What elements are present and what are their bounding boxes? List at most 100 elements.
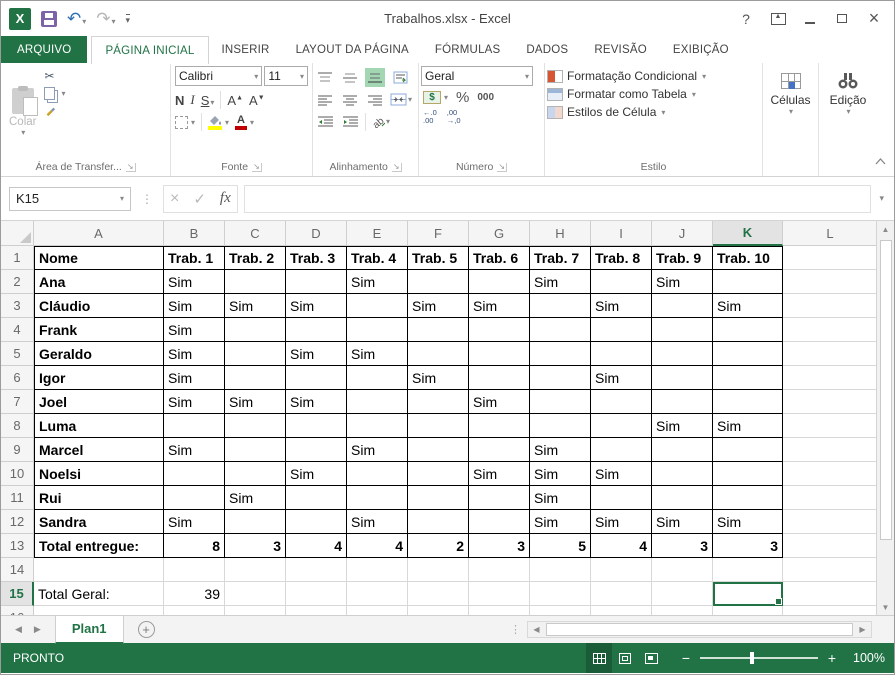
cell-K12[interactable]: Sim [713,510,783,534]
cell-H11[interactable]: Sim [530,486,591,510]
next-sheet-icon[interactable]: ▶ [34,624,41,635]
cell-C10[interactable] [225,462,286,486]
cell-F15[interactable] [408,582,469,606]
cell-L1[interactable] [783,246,876,270]
cell-styles-button[interactable]: Estilos de Célula▾ [547,105,760,119]
cell-J2[interactable]: Sim [652,270,713,294]
align-left-button[interactable] [315,90,335,109]
cell-L13[interactable] [783,534,876,558]
row-header-6[interactable]: 6 [1,366,34,390]
cell-H5[interactable] [530,342,591,366]
increase-decimal-button[interactable]: ←.0 .00 [423,109,437,126]
cell-D6[interactable] [286,366,347,390]
ribbon-tab-exibição[interactable]: EXIBIÇÃO [660,36,742,64]
cell-C5[interactable] [225,342,286,366]
cell-H4[interactable] [530,318,591,342]
cell-H10[interactable]: Sim [530,462,591,486]
cell-E9[interactable]: Sim [347,438,408,462]
cell-B2[interactable]: Sim [164,270,225,294]
cell-F11[interactable] [408,486,469,510]
ribbon-tab-arquivo[interactable]: ARQUIVO [1,36,87,64]
cell-F3[interactable]: Sim [408,294,469,318]
cell-D1[interactable]: Trab. 3 [286,246,347,270]
collapse-ribbon-button[interactable] [875,154,886,168]
expand-formula-bar-icon[interactable]: ▾ [877,193,886,204]
cell-K15[interactable] [713,582,783,606]
cell-B7[interactable]: Sim [164,390,225,414]
cell-B12[interactable]: Sim [164,510,225,534]
formula-input[interactable] [244,185,872,213]
cell-A10[interactable]: Noelsi [34,462,164,486]
underline-button[interactable]: S▾ [201,93,215,108]
row-header-11[interactable]: 11 [1,486,34,510]
format-as-table-button[interactable]: Formatar como Tabela▾ [547,87,760,101]
enter-icon[interactable]: ✓ [193,190,206,208]
align-bottom-button[interactable] [365,68,385,87]
horizontal-scroll-thumb[interactable] [546,623,853,636]
alignment-dialog-launcher[interactable]: ↘ [392,163,402,172]
cell-J8[interactable]: Sim [652,414,713,438]
cell-F1[interactable]: Trab. 5 [408,246,469,270]
cell-E11[interactable] [347,486,408,510]
column-header-G[interactable]: G [469,221,530,246]
cell-L12[interactable] [783,510,876,534]
percent-style-button[interactable]: % [456,89,469,106]
vertical-scrollbar[interactable]: ▲ ▼ [876,221,894,616]
decrease-font-button[interactable]: A▼ [249,93,265,108]
zoom-slider-thumb[interactable] [750,652,754,664]
align-top-button[interactable] [315,68,335,87]
cell-A12[interactable]: Sandra [34,510,164,534]
cell-L14[interactable] [783,558,876,582]
row-header-12[interactable]: 12 [1,510,34,534]
cell-C7[interactable]: Sim [225,390,286,414]
zoom-level[interactable]: 100% [848,651,894,665]
ribbon-tab-página-inicial[interactable]: PÁGINA INICIAL [91,36,208,64]
row-header-9[interactable]: 9 [1,438,34,462]
row-header-4[interactable]: 4 [1,318,34,342]
cell-D9[interactable] [286,438,347,462]
prev-sheet-icon[interactable]: ◀ [15,624,22,635]
name-box[interactable]: K15 ▾ [9,187,131,211]
merge-center-button[interactable]: ▾ [390,93,412,106]
cell-J7[interactable] [652,390,713,414]
cell-J13[interactable]: 3 [652,534,713,558]
column-header-F[interactable]: F [408,221,469,246]
cell-A14[interactable] [34,558,164,582]
scroll-down-icon[interactable]: ▼ [877,599,894,616]
cell-C14[interactable] [225,558,286,582]
cell-F8[interactable] [408,414,469,438]
undo-button[interactable]: ↶▾ [67,10,86,27]
cell-I12[interactable]: Sim [591,510,652,534]
cell-C11[interactable]: Sim [225,486,286,510]
cell-C8[interactable] [225,414,286,438]
cell-I1[interactable]: Trab. 8 [591,246,652,270]
copy-button[interactable]: ▾ [44,87,65,100]
cell-G11[interactable] [469,486,530,510]
decrease-decimal-button[interactable]: ,00 →,0 [447,109,461,126]
ribbon-tab-revisão[interactable]: REVISÃO [581,36,660,64]
italic-button[interactable]: I [190,92,194,108]
cell-I5[interactable] [591,342,652,366]
cell-A13[interactable]: Total entregue: [34,534,164,558]
column-header-B[interactable]: B [164,221,225,246]
cell-L10[interactable] [783,462,876,486]
conditional-formatting-button[interactable]: Formatação Condicional▾ [547,69,760,83]
new-sheet-button[interactable]: + [138,621,155,638]
cell-H2[interactable]: Sim [530,270,591,294]
cell-H15[interactable] [530,582,591,606]
cell-L7[interactable] [783,390,876,414]
paste-button[interactable]: Colar ▾ [3,66,42,158]
align-center-button[interactable] [340,90,360,109]
cell-F7[interactable] [408,390,469,414]
cell-A3[interactable]: Cláudio [34,294,164,318]
cell-B10[interactable] [164,462,225,486]
cell-E5[interactable]: Sim [347,342,408,366]
row-header-1[interactable]: 1 [1,246,34,270]
maximize-button[interactable] [828,7,856,31]
cell-K7[interactable] [713,390,783,414]
number-format-select[interactable]: Geral▾ [421,66,533,86]
zoom-in-button[interactable]: + [826,650,838,666]
cell-L11[interactable] [783,486,876,510]
zoom-slider[interactable] [700,657,818,659]
number-dialog-launcher[interactable]: ↘ [497,163,507,172]
